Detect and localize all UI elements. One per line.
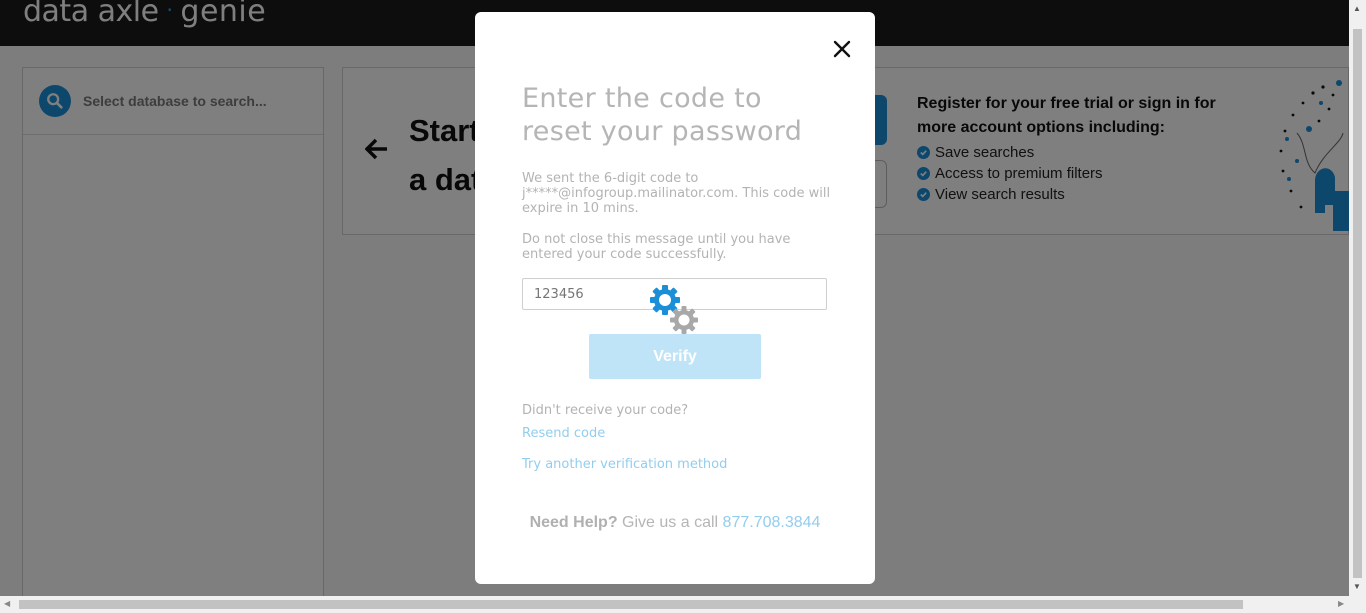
scrollbar-corner	[1349, 596, 1366, 613]
close-icon[interactable]	[831, 38, 853, 60]
scroll-up-icon[interactable]: ▲	[1353, 4, 1361, 13]
code-sent-message: We sent the 6-digit code to j*****@infog…	[522, 171, 831, 216]
vertical-scrollbar[interactable]: ▲ ▼	[1349, 0, 1366, 596]
modal-title: Enter the code to reset your password	[522, 83, 803, 147]
help-prefix: Need Help?	[529, 514, 618, 531]
try-another-method-link[interactable]: Try another verification method	[522, 457, 727, 472]
verification-code-input[interactable]	[522, 278, 827, 310]
scroll-down-icon[interactable]: ▼	[1353, 582, 1361, 591]
resend-code-link[interactable]: Resend code	[522, 426, 605, 441]
horizontal-scroll-thumb[interactable]	[19, 600, 1243, 609]
help-text: Give us a call	[622, 514, 719, 531]
help-phone-link[interactable]: 877.708.3844	[723, 514, 821, 531]
not-received-label: Didn't receive your code?	[522, 403, 689, 418]
scroll-right-icon[interactable]: ▶	[1338, 599, 1344, 608]
horizontal-scrollbar[interactable]: ◀ ▶	[0, 596, 1349, 613]
verify-button[interactable]: Verify	[589, 334, 761, 379]
scroll-left-icon[interactable]: ◀	[4, 599, 10, 608]
reset-password-modal: Enter the code to reset your password We…	[475, 12, 875, 584]
help-line: Need Help? Give us a call 877.708.3844	[475, 514, 875, 532]
do-not-close-message: Do not close this message until you have…	[522, 232, 791, 262]
vertical-scroll-thumb[interactable]	[1353, 29, 1362, 578]
